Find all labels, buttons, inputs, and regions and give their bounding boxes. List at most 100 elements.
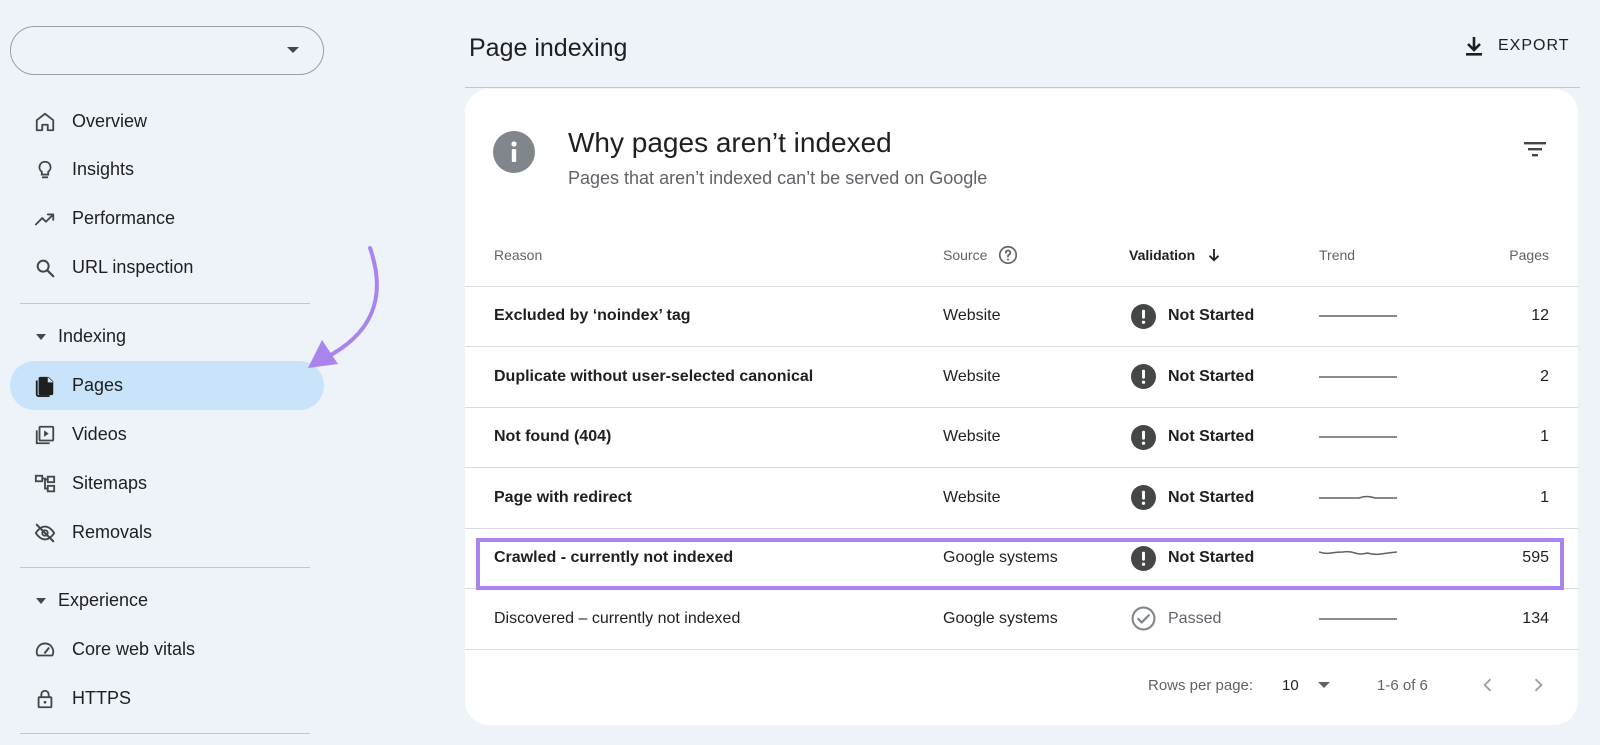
filter-icon[interactable]	[1522, 139, 1548, 164]
table-row[interactable]: Discovered – currently not indexed Googl…	[465, 588, 1578, 650]
caret-down-icon[interactable]	[1318, 682, 1330, 688]
validation-status: Not Started	[1168, 367, 1255, 385]
sidebar-item-videos[interactable]: Videos	[10, 410, 324, 459]
property-selector[interactable]	[10, 26, 324, 75]
download-icon	[1466, 37, 1482, 56]
section-indexing[interactable]: Indexing	[28, 326, 126, 347]
warning-icon	[1131, 303, 1156, 329]
sidebar-item-sitemaps[interactable]: Sitemaps	[10, 459, 324, 508]
sort-arrow-down-icon	[1208, 249, 1220, 262]
sidebar-divider	[20, 733, 310, 734]
trend-sparkline	[1318, 550, 1398, 555]
sidebar-item-overview[interactable]: Overview	[10, 97, 324, 146]
reason-cell: Not found (404)	[465, 407, 943, 468]
source-cell: Website	[943, 346, 1129, 408]
lock-icon	[32, 686, 58, 712]
warning-icon	[1131, 545, 1156, 571]
section-experience[interactable]: Experience	[28, 590, 148, 611]
validation-status: Not Started	[1168, 428, 1255, 446]
sidebar: Overview Insights Performance URL inspec…	[0, 0, 330, 745]
search-icon	[32, 255, 58, 281]
sidebar-item-label: Videos	[72, 424, 127, 444]
table-row[interactable]: Excluded by ‘noindex’ tag Website Not St…	[465, 286, 1578, 347]
visibility-off-icon	[32, 520, 58, 546]
pages-icon	[32, 373, 58, 399]
info-icon	[493, 131, 535, 173]
column-header-label: Source	[943, 247, 988, 264]
validation-cell: Not Started	[1129, 407, 1319, 468]
page-range: 1-6 of 6	[1377, 677, 1428, 694]
sitemap-icon	[32, 471, 58, 497]
column-header-label: Validation	[1129, 247, 1196, 264]
column-header-trend[interactable]: Trend	[1319, 225, 1469, 287]
table-row[interactable]: Page with redirect Website Not Started 1	[465, 467, 1578, 529]
trend-sparkline	[1319, 618, 1397, 620]
sidebar-item-pages[interactable]: Pages	[10, 361, 324, 410]
next-page-icon[interactable]	[1528, 675, 1548, 695]
sidebar-item-url-inspection[interactable]: URL inspection	[10, 243, 324, 292]
column-header-reason[interactable]: Reason	[465, 225, 943, 287]
reason-cell: Discovered – currently not indexed	[465, 588, 943, 650]
pages-cell: 12	[1469, 286, 1578, 347]
pages-cell: 134	[1469, 588, 1578, 650]
pages-cell: 595	[1469, 528, 1578, 589]
section-label: Experience	[58, 590, 149, 610]
reason-cell: Crawled - currently not indexed	[465, 528, 943, 589]
sidebar-item-https[interactable]: HTTPS	[10, 674, 324, 723]
column-header-validation[interactable]: Validation	[1129, 225, 1319, 287]
trend-cell	[1319, 588, 1469, 650]
sidebar-item-insights[interactable]: Insights	[10, 145, 324, 194]
sidebar-item-label: Core web vitals	[72, 639, 196, 659]
export-label: EXPORT	[1498, 37, 1570, 54]
column-header-source[interactable]: Source	[943, 225, 1129, 287]
sidebar-item-label: Overview	[72, 111, 148, 131]
sidebar-divider	[20, 567, 310, 568]
validation-cell: Passed	[1129, 588, 1319, 650]
table-row[interactable]: Crawled - currently not indexed Google s…	[465, 528, 1578, 589]
pages-cell: 2	[1469, 346, 1578, 408]
trend-cell	[1318, 528, 1469, 589]
sidebar-item-label: Insights	[72, 159, 135, 179]
header-divider	[465, 87, 1580, 88]
previous-page-icon[interactable]	[1478, 675, 1498, 695]
reason-cell: Duplicate without user-selected canonica…	[465, 346, 943, 408]
section-label: Indexing	[58, 326, 127, 346]
reasons-table: Reason Source Validation Trend Pages Exc…	[465, 225, 1578, 650]
warning-icon	[1131, 485, 1156, 511]
pages-cell: 1	[1469, 467, 1578, 529]
validation-status: Not Started	[1168, 549, 1255, 567]
speed-gauge-icon	[32, 637, 58, 663]
table-row[interactable]: Not found (404) Website Not Started 1	[465, 407, 1578, 468]
rows-per-page-select[interactable]: 10	[1282, 677, 1299, 694]
sidebar-item-label: Pages	[72, 375, 124, 395]
sidebar-item-label: Sitemaps	[72, 473, 148, 493]
not-indexed-card: Why pages aren’t indexed Pages that aren…	[465, 89, 1578, 725]
sidebar-item-removals[interactable]: Removals	[10, 508, 324, 557]
source-cell: Website	[943, 286, 1129, 347]
table-row[interactable]: Duplicate without user-selected canonica…	[465, 346, 1578, 408]
reason-cell: Excluded by ‘noindex’ tag	[465, 286, 943, 347]
trend-cell	[1319, 407, 1469, 468]
trend-cell	[1319, 346, 1469, 408]
sidebar-item-performance[interactable]: Performance	[10, 194, 324, 243]
column-header-pages[interactable]: Pages	[1469, 225, 1578, 287]
trend-sparkline	[1319, 436, 1397, 438]
table-header-row: Reason Source Validation Trend Pages	[465, 225, 1578, 287]
source-cell: Google systems	[943, 528, 1129, 589]
sidebar-divider	[20, 303, 310, 304]
source-cell: Website	[943, 467, 1129, 529]
sidebar-item-core-web-vitals[interactable]: Core web vitals	[10, 625, 324, 674]
help-icon[interactable]	[997, 244, 1019, 266]
collapse-triangle-icon	[36, 333, 46, 340]
pages-cell: 1	[1469, 407, 1578, 468]
annotation-arrow-icon	[308, 246, 379, 368]
rows-per-page-label: Rows per page:	[1148, 677, 1254, 694]
trend-sparkline	[1319, 315, 1397, 317]
export-button[interactable]: EXPORT	[1462, 34, 1570, 58]
warning-icon	[1131, 364, 1156, 390]
home-icon	[32, 109, 58, 135]
validation-cell: Not Started	[1129, 286, 1319, 347]
trend-cell	[1319, 467, 1469, 529]
trend-sparkline	[1319, 495, 1397, 499]
card-title: Why pages aren’t indexed	[568, 127, 892, 158]
